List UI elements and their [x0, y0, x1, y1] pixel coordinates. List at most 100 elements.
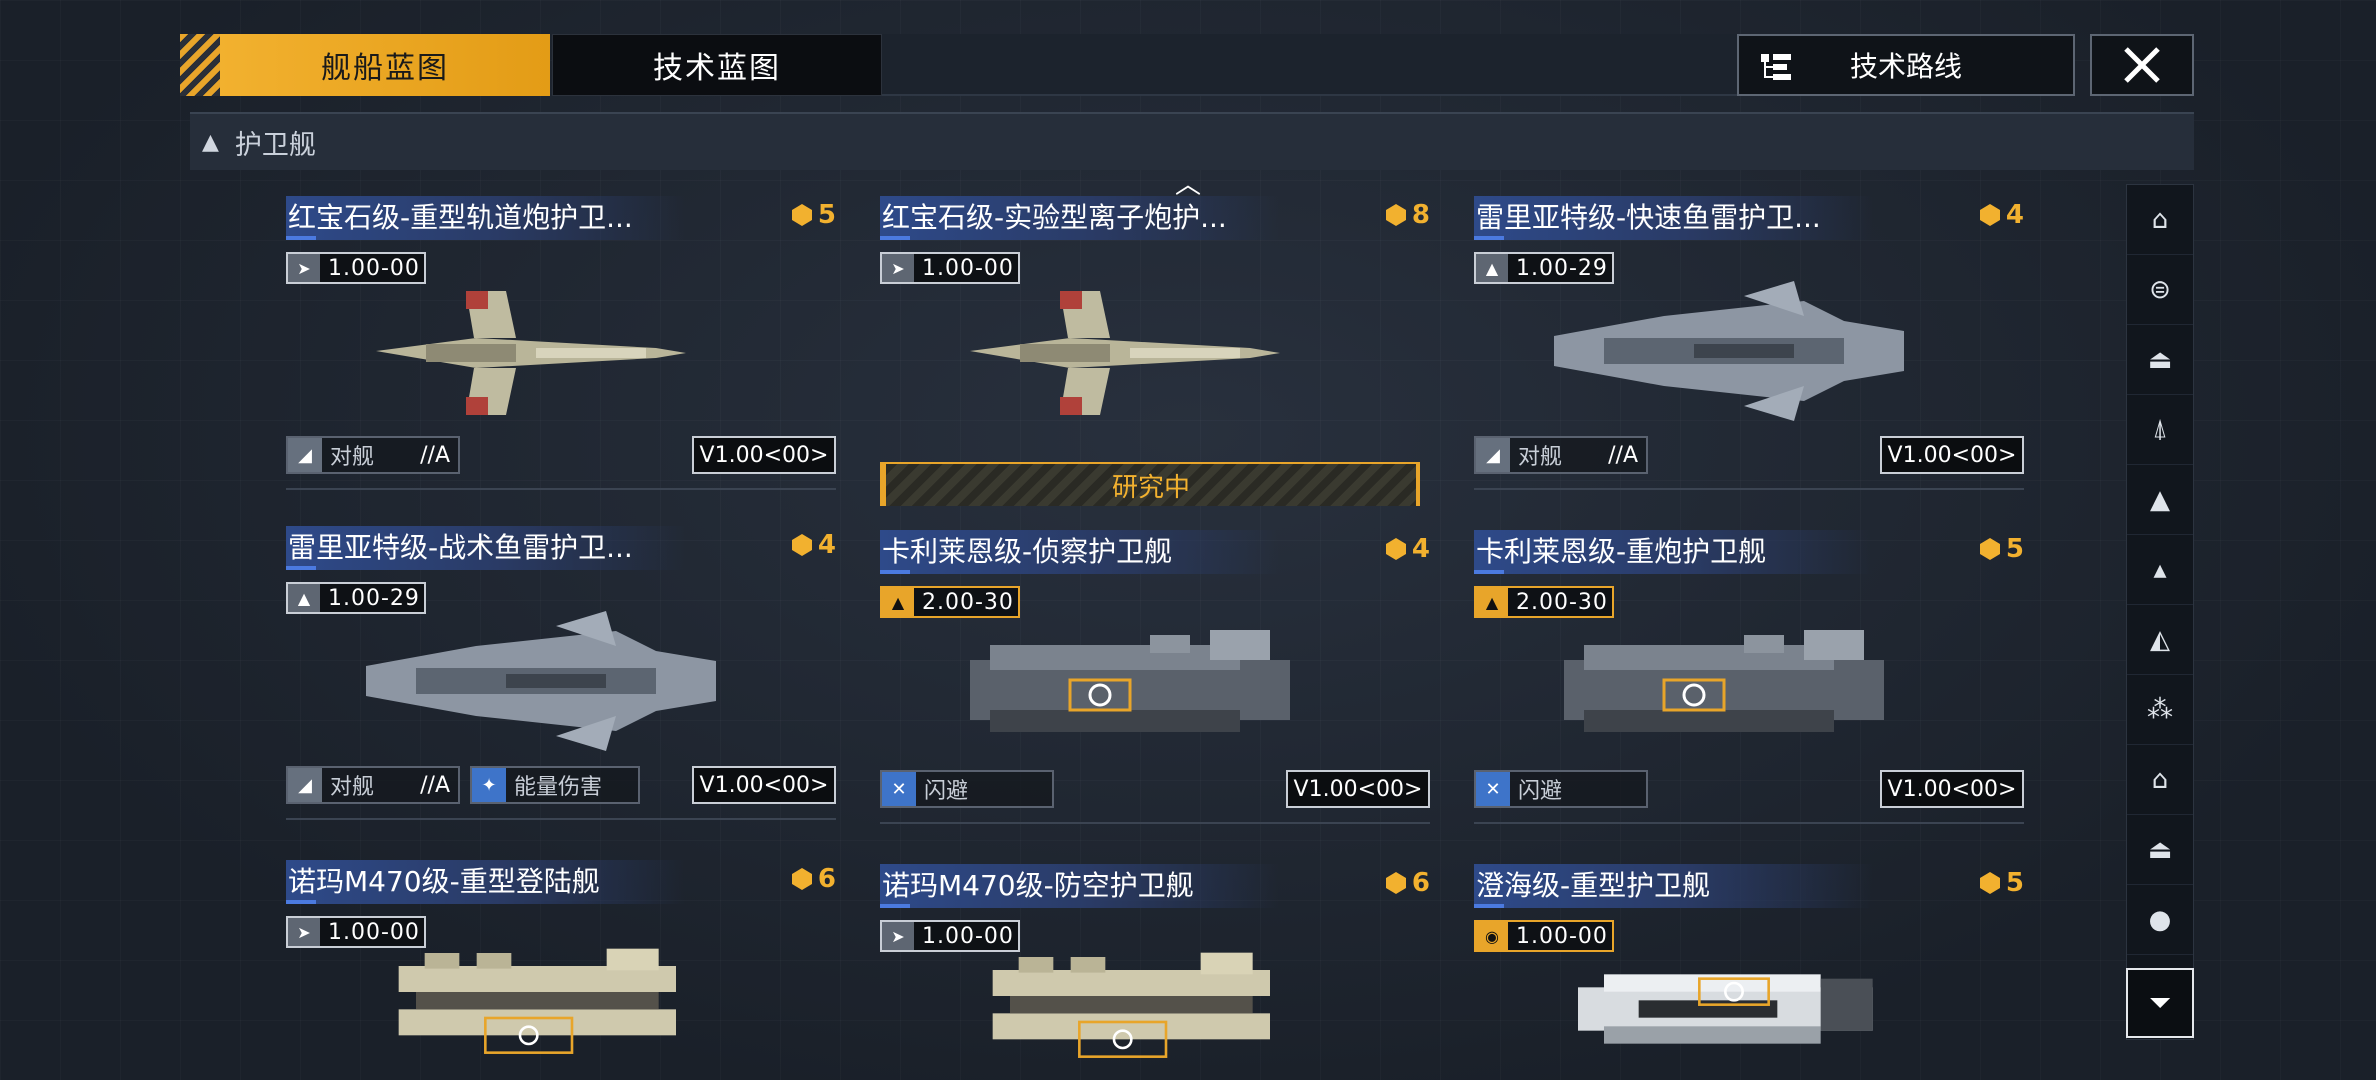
cost-badge: 6 [790, 864, 836, 894]
role-tag: ◢ 对舰//A [286, 436, 460, 474]
tab-tech-blueprint[interactable]: 技术蓝图 [552, 34, 882, 96]
ship-card[interactable]: 卡利莱恩级-侦察护卫舰 4 ▲ 2.00-30 ✕ 闪避 V1.00<00> [880, 530, 1430, 840]
cost-badge: 4 [790, 530, 836, 560]
ship-image [1576, 973, 1874, 1045]
ship-card[interactable]: 雷里亚特级-快速鱼雷护卫... 4 ▲ 1.00-29 ◢ 对舰//A V1.0… [1474, 196, 2024, 506]
ship-name: 澄海级-重型护卫舰 [1474, 864, 1894, 908]
ship-card[interactable]: 红宝石级-重型轨道炮护卫... 5 ➤ 1.00-00 ◢ 对舰//A V1.0… [286, 196, 836, 506]
tech-tree-icon [1761, 54, 1791, 80]
rocket-icon: ▲ [288, 584, 320, 612]
skill-tag: ✕ 闪避 [1474, 770, 1648, 808]
role-tag: ◢ 对舰//A [1474, 436, 1648, 474]
section-title: 护卫舰 [234, 129, 316, 161]
destroyer-icon[interactable]: ▲ [2127, 465, 2193, 535]
cost-hex-icon [791, 204, 812, 226]
version-badge: V1.00<00> [692, 766, 836, 804]
cost-hex-icon [1385, 538, 1406, 560]
cost-badge: 5 [1978, 868, 2024, 898]
cost-hex-icon [791, 534, 812, 556]
cost-hex-icon [1979, 538, 2000, 560]
support-icon[interactable]: ⌂ [2127, 745, 2193, 815]
shield-icon: ◉ [1476, 922, 1508, 950]
ship-card[interactable]: 诺玛M470级-防空护卫舰 6 ➤ 1.00-00 [880, 864, 1430, 1080]
anti-ship-icon: ◢ [288, 768, 322, 802]
card-divider [880, 822, 1430, 824]
card-divider [286, 818, 836, 820]
aux-icon[interactable]: ⏏ [2127, 815, 2193, 885]
ship-name: 红宝石级-实验型离子炮护... [880, 196, 1300, 240]
fighter-icon: ➤ [882, 254, 914, 282]
ship-image [970, 291, 1280, 415]
cost-badge: 6 [1384, 868, 1430, 898]
ship-card[interactable]: 澄海级-重型护卫舰 5 ◉ 1.00-00 [1474, 864, 2024, 1080]
ship-type-filter-bar: ⌂ ⊜ ⏏ ⍋ ▲ ▴ ◭ ⁂ ⌂ ⏏ ● [2126, 184, 2194, 1040]
card-divider [1474, 488, 2024, 490]
fighter-group-icon[interactable]: ⁂ [2127, 675, 2193, 745]
ship-image [397, 947, 678, 1054]
ship-name: 雷里亚特级-快速鱼雷护卫... [1474, 196, 1894, 240]
all-ships-icon[interactable]: ⌂ [2127, 185, 2193, 255]
ship-image [1562, 628, 1886, 734]
cost-hex-icon [1385, 872, 1406, 894]
card-divider [1474, 822, 2024, 824]
cost-hex-icon [1385, 204, 1406, 226]
ship-image [376, 291, 686, 415]
ship-card[interactable]: 诺玛M470级-重型登陆舰 6 ➤ 1.00-00 [286, 860, 836, 1080]
corvette-icon[interactable]: ◭ [2127, 605, 2193, 675]
cost-hex-icon [1979, 872, 2000, 894]
frigate-icon[interactable]: ▴ [2127, 535, 2193, 605]
rocket-icon: ▲ [1476, 588, 1508, 616]
evade-icon: ✕ [1476, 772, 1510, 806]
filter-button[interactable]: ⏷ [2126, 968, 2194, 1038]
close-icon [2124, 47, 2160, 83]
ship-name: 诺玛M470级-防空护卫舰 [880, 864, 1300, 908]
tech-route-label: 技术路线 [1849, 50, 1962, 83]
section-header[interactable]: ▲ 护卫舰 [190, 112, 2194, 170]
skill-tag: ✕ 闪避 [880, 770, 1054, 808]
ship-image [366, 611, 716, 751]
evade-icon: ✕ [882, 772, 916, 806]
ship-image [1554, 281, 1904, 421]
utility-icon[interactable]: ● [2127, 885, 2193, 955]
ship-card[interactable]: 雷里亚特级-战术鱼雷护卫... 4 ▲ 1.00-29 ◢ 对舰//A ✦ 能量… [286, 526, 836, 836]
card-divider [286, 488, 836, 490]
ship-name: 雷里亚特级-战术鱼雷护卫... [286, 526, 706, 570]
cost-badge: 4 [1978, 200, 2024, 230]
tech-route-button[interactable]: 技术路线 [1737, 34, 2075, 96]
scroll-up-icon[interactable]: ︿ [1170, 172, 1206, 198]
tab-stripe-decoration [180, 34, 220, 96]
fighter-icon: ➤ [288, 918, 320, 946]
cost-badge: 5 [790, 200, 836, 230]
cost-badge: 8 [1384, 200, 1430, 230]
ship-name: 卡利莱恩级-重炮护卫舰 [1474, 530, 1894, 574]
carrier-icon[interactable]: ⊜ [2127, 255, 2193, 325]
ship-card[interactable]: 红宝石级-实验型离子炮护... 8 ➤ 1.00-00 研究中 [880, 196, 1430, 506]
cruiser-icon[interactable]: ⍋ [2127, 395, 2193, 465]
cost-badge: 5 [1978, 534, 2024, 564]
anti-ship-icon: ◢ [1476, 438, 1510, 472]
anti-ship-icon: ◢ [288, 438, 322, 472]
cost-hex-icon [791, 868, 812, 890]
ship-name: 诺玛M470级-重型登陆舰 [286, 860, 706, 904]
cost-hex-icon [1979, 204, 2000, 226]
role-tag: ◢ 对舰//A [286, 766, 460, 804]
close-button[interactable] [2090, 34, 2194, 96]
cost-badge: 4 [1384, 534, 1430, 564]
version-badge: V1.00<00> [1880, 770, 2024, 808]
researching-banner: 研究中 [880, 462, 1420, 506]
tab-ship-blueprint[interactable]: 舰船蓝图 [220, 34, 550, 96]
ship-image [968, 628, 1292, 734]
ship-card[interactable]: 卡利莱恩级-重炮护卫舰 5 ▲ 2.00-30 ✕ 闪避 V1.00<00> [1474, 530, 2024, 840]
battlecruiser-icon[interactable]: ⏏ [2127, 325, 2193, 395]
version-badge: V1.00<00> [1286, 770, 1430, 808]
fighter-icon: ➤ [882, 922, 914, 950]
ship-image [991, 951, 1272, 1058]
version-badge: V1.00<00> [692, 436, 836, 474]
fighter-icon: ➤ [288, 254, 320, 282]
top-bar-filler [882, 34, 1737, 96]
rocket-icon: ▲ [1476, 254, 1508, 282]
rocket-icon: ▲ [882, 588, 914, 616]
collapse-triangle-icon: ▲ [202, 129, 219, 155]
skill-tag: ✦ 能量伤害 [470, 766, 640, 804]
ship-name: 卡利莱恩级-侦察护卫舰 [880, 530, 1300, 574]
